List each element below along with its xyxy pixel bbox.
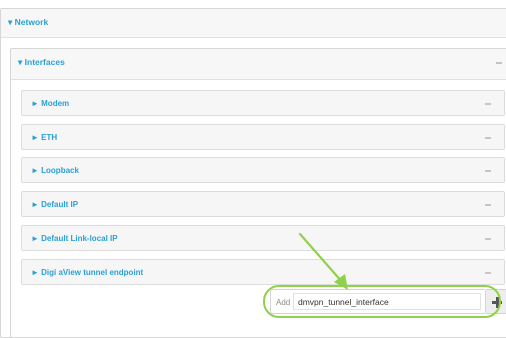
interface-item-digi-aview-tunnel-endpoint[interactable]: ► Digi aView tunnel endpoint [21,259,505,285]
interfaces-header[interactable]: ▾ Interfaces [11,49,506,80]
menu-icon[interactable] [485,170,491,172]
menu-icon[interactable] [485,137,491,139]
interface-item-text: Loopback [41,166,79,175]
interface-item-default-ip[interactable]: ► Default IP [21,191,505,217]
interface-item-text: Modem [41,99,70,108]
interface-item-eth[interactable]: ► ETH [21,124,505,150]
menu-icon[interactable] [485,103,491,105]
add-interface-form: Add [270,289,486,314]
network-header[interactable]: ▾ Network [1,9,506,38]
interface-item-default-link-local-ip[interactable]: ► Default Link-local IP [21,225,505,251]
network-title-text: Network [14,17,49,27]
menu-icon[interactable] [485,204,491,206]
interface-item-label: ► Digi aView tunnel endpoint [31,268,144,277]
interface-item-label: ► Default Link-local IP [31,234,118,243]
interface-item-label: ► Default IP [31,200,79,209]
interface-item-text: ETH [41,133,58,142]
menu-icon[interactable] [485,238,491,240]
interface-item-modem[interactable]: ► Modem [21,90,505,116]
interface-item-label: ► ETH [31,133,58,142]
interfaces-title-text: Interfaces [24,57,65,67]
menu-icon[interactable] [485,272,491,274]
interface-item-text: Digi aView tunnel endpoint [41,268,144,277]
interface-item-text: Default Link-local IP [41,234,118,243]
interface-item-text: Default IP [41,200,79,209]
collapse-icon[interactable] [496,62,502,64]
add-label: Add [276,298,291,307]
interface-item-label: ► Modem [31,99,70,108]
interface-item-loopback[interactable]: ► Loopback [21,157,505,183]
network-title: ▾ Network [8,17,49,27]
interfaces-title: ▾ Interfaces [18,57,65,67]
plus-icon-vertical [495,297,499,308]
interface-item-label: ► Loopback [31,166,79,175]
add-button[interactable] [486,289,506,314]
interface-name-input[interactable] [293,293,481,310]
